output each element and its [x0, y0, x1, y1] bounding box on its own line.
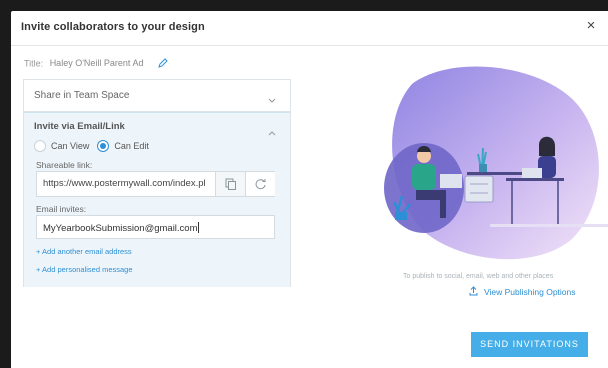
email-link-section: Invite via Email/Link Can View Can Edit …	[24, 112, 290, 287]
chevron-down-icon	[268, 91, 276, 109]
can-view-radio[interactable]	[34, 140, 46, 152]
close-button[interactable]: ×	[582, 17, 600, 35]
refresh-icon	[255, 179, 266, 190]
upload-icon	[469, 286, 478, 298]
title-label: Title:	[24, 58, 44, 69]
view-publishing-label[interactable]: View Publishing Options	[484, 287, 576, 297]
view-publishing-link[interactable]: View Publishing Options	[469, 286, 576, 298]
copy-link-button[interactable]	[215, 172, 245, 196]
publish-description: To publish to social, email, web and oth…	[403, 273, 554, 280]
email-invites-label: Email invites:	[36, 204, 87, 214]
copy-icon	[225, 178, 236, 190]
dialog-title: Invite collaborators to your design	[21, 21, 205, 33]
email-invite-value[interactable]: MyYearbookSubmission@gmail.com	[43, 222, 199, 234]
close-icon: ×	[586, 17, 596, 34]
dialog-header: Invite collaborators to your design ×	[11, 11, 608, 46]
permission-options: Can View Can Edit	[34, 140, 157, 152]
team-space-accordion[interactable]: Share in Team Space	[24, 80, 290, 112]
send-invitations-button[interactable]: SEND INVITATIONS	[471, 332, 588, 357]
pencil-icon[interactable]	[158, 58, 168, 70]
can-edit-label[interactable]: Can Edit	[114, 141, 149, 151]
email-link-title[interactable]: Invite via Email/Link	[34, 121, 125, 132]
refresh-link-button[interactable]	[245, 172, 275, 196]
email-invite-input[interactable]: MyYearbookSubmission@gmail.com	[36, 215, 275, 239]
team-space-label: Share in Team Space	[34, 90, 130, 101]
shareable-link-field[interactable]: https://www.postermywall.com/index.pl	[36, 171, 275, 197]
add-email-link[interactable]: + Add another email address	[36, 247, 132, 256]
chevron-up-icon[interactable]	[268, 123, 276, 141]
shareable-link-value[interactable]: https://www.postermywall.com/index.pl	[43, 178, 209, 189]
add-message-link[interactable]: + Add personalised message	[36, 265, 133, 274]
can-edit-radio[interactable]	[97, 140, 110, 152]
design-title-row: Title: Haley O'Neill Parent Ad	[24, 58, 168, 70]
share-panel: Share in Team Space Invite via Email/Lin…	[23, 79, 291, 287]
collaboration-illustration	[384, 66, 608, 260]
can-view-label[interactable]: Can View	[51, 141, 89, 151]
title-value: Haley O'Neill Parent Ad	[49, 58, 144, 69]
shareable-link-label: Shareable link:	[36, 160, 93, 170]
